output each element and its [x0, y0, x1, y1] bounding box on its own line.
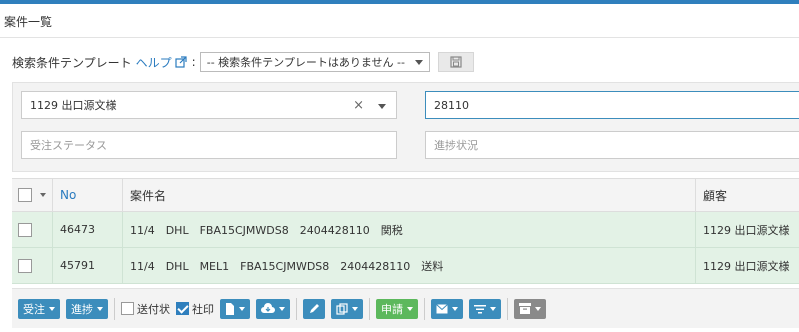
template-select-value: -- 検索条件テンプレートはありません -- [206, 56, 405, 69]
row-customer: 1129 出口源文様 [703, 223, 790, 237]
top-accent-bar [0, 0, 799, 4]
pencil-icon [310, 303, 319, 313]
table-header: No 案件名 顧客 [12, 178, 799, 212]
select-all-checkbox[interactable] [18, 188, 32, 202]
template-row: 検索条件テンプレート ヘルプ : -- 検索条件テンプレートはありません -- [12, 52, 474, 72]
invoice-checkbox-label[interactable]: 送付状 [121, 301, 170, 317]
apply-button-label: 申請 [381, 302, 403, 316]
bottom-toolbar: 受注 進捗 送付状 社印 申請 [12, 288, 799, 328]
chevron-down-icon [414, 60, 423, 65]
toolbar-separator [507, 297, 508, 320]
chevron-down-icon [97, 306, 103, 311]
row-name[interactable]: 11/4 DHL FBA15CJMWDS8 2404428110 関税 [130, 212, 403, 247]
external-link-icon[interactable] [175, 56, 187, 68]
customer-select[interactable]: 1129 出口源文様 × [21, 91, 397, 119]
filter-icon [474, 304, 486, 313]
mail-button[interactable] [431, 298, 463, 319]
document-icon [226, 302, 234, 315]
case-table: No 案件名 顧客 46473 11/4 DHL FBA15CJMWDS8 24… [12, 178, 799, 284]
customer-select-value: 1129 出口源文様 [30, 99, 117, 112]
archive-button[interactable] [514, 298, 546, 319]
row-checkbox[interactable] [18, 258, 32, 273]
header-divider [0, 37, 799, 38]
toolbar-separator [369, 297, 370, 320]
table-row[interactable]: 46473 11/4 DHL FBA15CJMWDS8 2404428110 関… [12, 212, 799, 248]
template-select[interactable]: -- 検索条件テンプレートはありません -- [199, 52, 430, 72]
order-dropdown-button[interactable]: 受注 [18, 298, 60, 319]
toolbar-separator [424, 297, 425, 320]
chevron-down-icon [407, 306, 413, 311]
help-link[interactable]: ヘルプ [136, 54, 172, 71]
order-button-label: 受注 [23, 302, 45, 316]
archive-icon [519, 303, 531, 314]
progress-status-field[interactable]: 進捗状況 [425, 131, 799, 159]
page-title: 案件一覧 [4, 15, 53, 29]
chevron-down-icon [490, 306, 496, 311]
chevron-down-icon [279, 306, 285, 311]
column-header-customer[interactable]: 顧客 [703, 179, 727, 211]
row-no[interactable]: 45791 [60, 248, 95, 283]
row-customer: 1129 出口源文様 [703, 259, 790, 273]
mail-icon [436, 303, 448, 313]
chevron-down-icon [49, 306, 55, 311]
table-row[interactable]: 45791 11/4 DHL MEL1 FBA15CJMWDS8 2404428… [12, 248, 799, 284]
save-icon [450, 56, 462, 68]
column-header-name[interactable]: 案件名 [130, 179, 166, 211]
chevron-down-icon[interactable] [378, 104, 386, 109]
cloud-download-icon [261, 302, 275, 313]
progress-status-placeholder: 進捗状況 [434, 139, 478, 152]
column-header-customer-label: 顧客 [703, 188, 728, 203]
company-seal-label: 社印 [192, 302, 214, 316]
edit-button[interactable] [303, 298, 325, 319]
toolbar-separator [296, 297, 297, 320]
copy-button[interactable] [331, 298, 363, 319]
progress-dropdown-button[interactable]: 進捗 [66, 298, 108, 319]
search-input[interactable]: 28110 [425, 91, 799, 119]
row-no[interactable]: 46473 [60, 212, 95, 247]
company-seal-checkbox[interactable] [176, 302, 189, 315]
column-header-name-label: 案件名 [130, 188, 167, 203]
row-name[interactable]: 11/4 DHL MEL1 FBA15CJMWDS8 2404428110 送料 [130, 248, 443, 283]
filter-button[interactable] [469, 298, 501, 319]
chevron-down-icon [352, 306, 358, 311]
column-header-no[interactable]: No [60, 179, 76, 211]
chevron-down-icon[interactable] [40, 193, 46, 197]
order-status-field[interactable]: 受注ステータス [21, 131, 397, 159]
template-label: 検索条件テンプレート [12, 55, 132, 70]
toolbar-separator [114, 297, 115, 320]
clear-icon[interactable]: × [353, 98, 364, 113]
download-button[interactable] [256, 298, 290, 319]
document-button[interactable] [220, 298, 250, 319]
search-input-value: 28110 [434, 98, 469, 112]
copy-icon [336, 302, 348, 315]
chevron-down-icon [535, 306, 541, 311]
order-status-placeholder: 受注ステータス [30, 139, 107, 152]
invoice-checkbox[interactable] [121, 302, 134, 315]
apply-dropdown-button[interactable]: 申請 [376, 298, 418, 319]
chevron-down-icon [452, 306, 458, 311]
template-colon: : [191, 55, 196, 69]
column-header-no-label: No [60, 188, 77, 202]
progress-button-label: 進捗 [71, 302, 93, 316]
chevron-down-icon [239, 306, 245, 311]
save-template-button[interactable] [437, 52, 474, 72]
row-checkbox[interactable] [18, 222, 32, 237]
filter-panel: 1129 出口源文様 × 28110 受注ステータス 進捗状況 [12, 82, 799, 172]
company-seal-checkbox-label[interactable]: 社印 [176, 301, 214, 317]
invoice-label: 送付状 [137, 302, 170, 316]
